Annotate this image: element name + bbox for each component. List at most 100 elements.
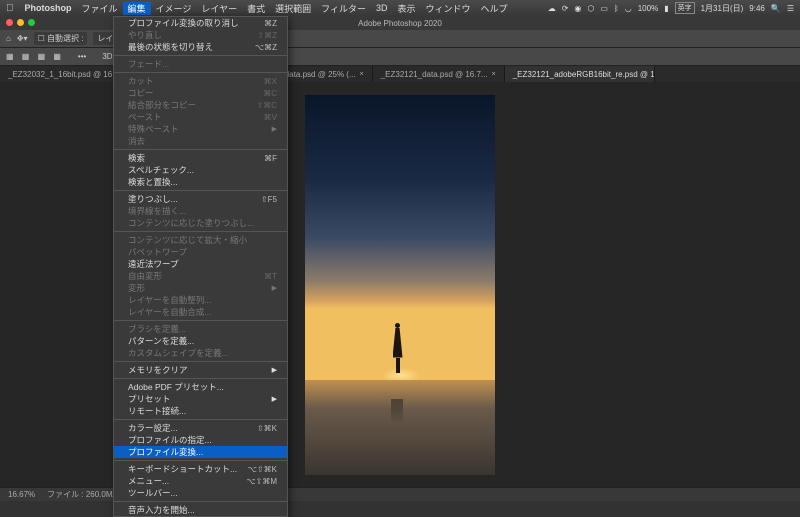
submenu-arrow-icon: ▶ (272, 284, 277, 292)
menu-view[interactable]: 表示 (392, 2, 420, 15)
menu-file[interactable]: ファイル (77, 2, 123, 15)
menu-item-43[interactable]: キーボードショートカット...⌥⇧⌘K (114, 463, 287, 475)
menu-item-label: キーボードショートカット... (128, 463, 248, 475)
close-icon[interactable]: × (492, 71, 496, 78)
menu-item-label: スペルチェック... (128, 164, 277, 176)
date[interactable]: 1月31日(日) (701, 3, 744, 14)
menu-item-label: カスタムシェイプを定義... (128, 347, 277, 359)
menu-type[interactable]: 書式 (242, 2, 270, 15)
menu-item-19: コンテンツに応じた塗りつぶし... (114, 217, 287, 229)
menu-item-31: カスタムシェイプを定義... (114, 347, 287, 359)
dropbox-icon[interactable]: ⬡ (587, 4, 594, 13)
sync-icon[interactable]: ⟳ (562, 4, 569, 13)
zoom-level[interactable]: 16.67% (8, 490, 35, 499)
menu-item-label: 結合部分をコピー (128, 99, 257, 111)
battery-percent[interactable]: 100% (638, 4, 658, 13)
battery-icon[interactable]: ▮ (664, 4, 668, 13)
menu-item-37[interactable]: リモート接続... (114, 405, 287, 417)
menu-layer[interactable]: レイヤー (196, 2, 242, 15)
menu-filter[interactable]: フィルター (316, 2, 371, 15)
menu-item-label: 自由変形 (128, 270, 264, 282)
window-title: Adobe Photoshop 2020 (358, 19, 442, 28)
menu-item-26: レイヤーを自動整列... (114, 294, 287, 306)
maximize-window-button[interactable] (28, 19, 35, 26)
menu-shortcut: ⌥⇧⌘M (246, 477, 277, 486)
menu-shortcut: ⇧⌘C (257, 101, 277, 110)
menu-item-22: パペットワープ (114, 246, 287, 258)
menu-item-23[interactable]: 遠近法ワープ (114, 258, 287, 270)
menu-help[interactable]: ヘルプ (476, 2, 513, 15)
menu-item-15[interactable]: 検索と置換... (114, 176, 287, 188)
menu-item-label: やり直し (128, 29, 257, 41)
tab-3[interactable]: _EZ32121_data.psd @ 16.7...× (373, 66, 505, 82)
search-icon[interactable]: 🔍 (771, 4, 781, 13)
menu-item-47[interactable]: 音声入力を開始... (114, 504, 287, 516)
menu-item-label: プロファイルの指定... (128, 434, 277, 446)
screen-icon[interactable]: ▭ (600, 4, 608, 13)
align-icons[interactable]: ▦ ▦ ▦ ▦ (6, 52, 64, 61)
menu-item-25: 変形▶ (114, 282, 287, 294)
menu-item-17[interactable]: 塗りつぶし...⇧F5 (114, 193, 287, 205)
notification-icon[interactable]: ☰ (787, 4, 794, 13)
menu-separator (114, 460, 287, 461)
menu-item-label: 消去 (128, 135, 277, 147)
cloud-icon[interactable]: ☁ (548, 4, 556, 13)
window-controls (6, 19, 35, 26)
macos-menubar:  Photoshop ファイル 編集 イメージ レイヤー 書式 選択範囲 フィ… (0, 0, 800, 16)
menu-select[interactable]: 選択範囲 (270, 2, 316, 15)
tab-4[interactable]: _EZ32121_adobeRGB16bit_re.psd @ 16.7% (R… (505, 66, 655, 82)
move-tool-icon[interactable]: ✥▾ (17, 34, 28, 43)
menu-item-label: 音声入力を開始... (128, 504, 277, 516)
menu-item-30[interactable]: パターンを定義... (114, 335, 287, 347)
menu-shortcut: ⌘Z (264, 19, 277, 28)
menu-item-13[interactable]: 検索⌘F (114, 152, 287, 164)
menu-item-14[interactable]: スペルチェック... (114, 164, 287, 176)
home-icon[interactable]: ⌂ (6, 34, 11, 43)
menu-3d[interactable]: 3D (371, 3, 393, 13)
menu-item-label: プリセット (128, 393, 272, 405)
close-icon[interactable]: × (360, 71, 364, 78)
menu-item-41[interactable]: プロファイル変換... (114, 446, 287, 458)
menu-item-36[interactable]: プリセット▶ (114, 393, 287, 405)
wifi-icon[interactable]: ◡ (625, 4, 632, 13)
menu-item-label: 境界線を描く... (128, 205, 277, 217)
close-window-button[interactable] (6, 19, 13, 26)
bluetooth-icon[interactable]: ᛒ (614, 4, 619, 13)
menu-item-label: レイヤーを自動整列... (128, 294, 277, 306)
app-name[interactable]: Photoshop (20, 3, 77, 13)
menu-item-33[interactable]: メモリをクリア▶ (114, 364, 287, 376)
menu-shortcut: ⇧⌘K (257, 424, 277, 433)
menu-item-1: やり直し⇧⌘Z (114, 29, 287, 41)
menu-item-label: Adobe PDF プリセット... (128, 381, 277, 393)
menu-shortcut: ⇧F5 (261, 195, 277, 204)
menu-item-2[interactable]: 最後の状態を切り替え⌥⌘Z (114, 41, 287, 53)
cc-icon[interactable]: ◉ (574, 4, 581, 13)
submenu-arrow-icon: ▶ (272, 125, 277, 133)
menu-shortcut: ⌘C (263, 89, 277, 98)
menu-item-27: レイヤーを自動合成... (114, 306, 287, 318)
menu-item-35[interactable]: Adobe PDF プリセット... (114, 381, 287, 393)
apple-menu-icon[interactable]:  (6, 3, 14, 14)
menu-item-label: パペットワープ (128, 246, 277, 258)
time[interactable]: 9:46 (749, 4, 765, 13)
autoselect-checkbox[interactable]: ☐ 自動選択 : (34, 32, 88, 45)
menu-item-label: ペースト (128, 111, 264, 123)
menu-item-39[interactable]: カラー設定...⇧⌘K (114, 422, 287, 434)
menu-item-44[interactable]: メニュー...⌥⇧⌘M (114, 475, 287, 487)
menu-item-0[interactable]: プロファイル変換の取り消し⌘Z (114, 17, 287, 29)
ime-indicator[interactable]: 英字 (675, 2, 695, 14)
menu-shortcut: ⌘T (264, 272, 277, 281)
menu-edit[interactable]: 編集 (123, 2, 151, 15)
menu-item-label: メモリをクリア (128, 364, 272, 376)
menu-separator (114, 501, 287, 502)
menu-separator (114, 149, 287, 150)
menu-item-45[interactable]: ツールバー... (114, 487, 287, 499)
minimize-window-button[interactable] (17, 19, 24, 26)
menu-image[interactable]: イメージ (151, 2, 197, 15)
document-image (305, 95, 495, 475)
menu-separator (114, 231, 287, 232)
menu-item-label: コンテンツに応じて拡大・縮小 (128, 234, 277, 246)
menu-item-40[interactable]: プロファイルの指定... (114, 434, 287, 446)
menu-item-label: メニュー... (128, 475, 246, 487)
menu-window[interactable]: ウィンドウ (420, 2, 475, 15)
